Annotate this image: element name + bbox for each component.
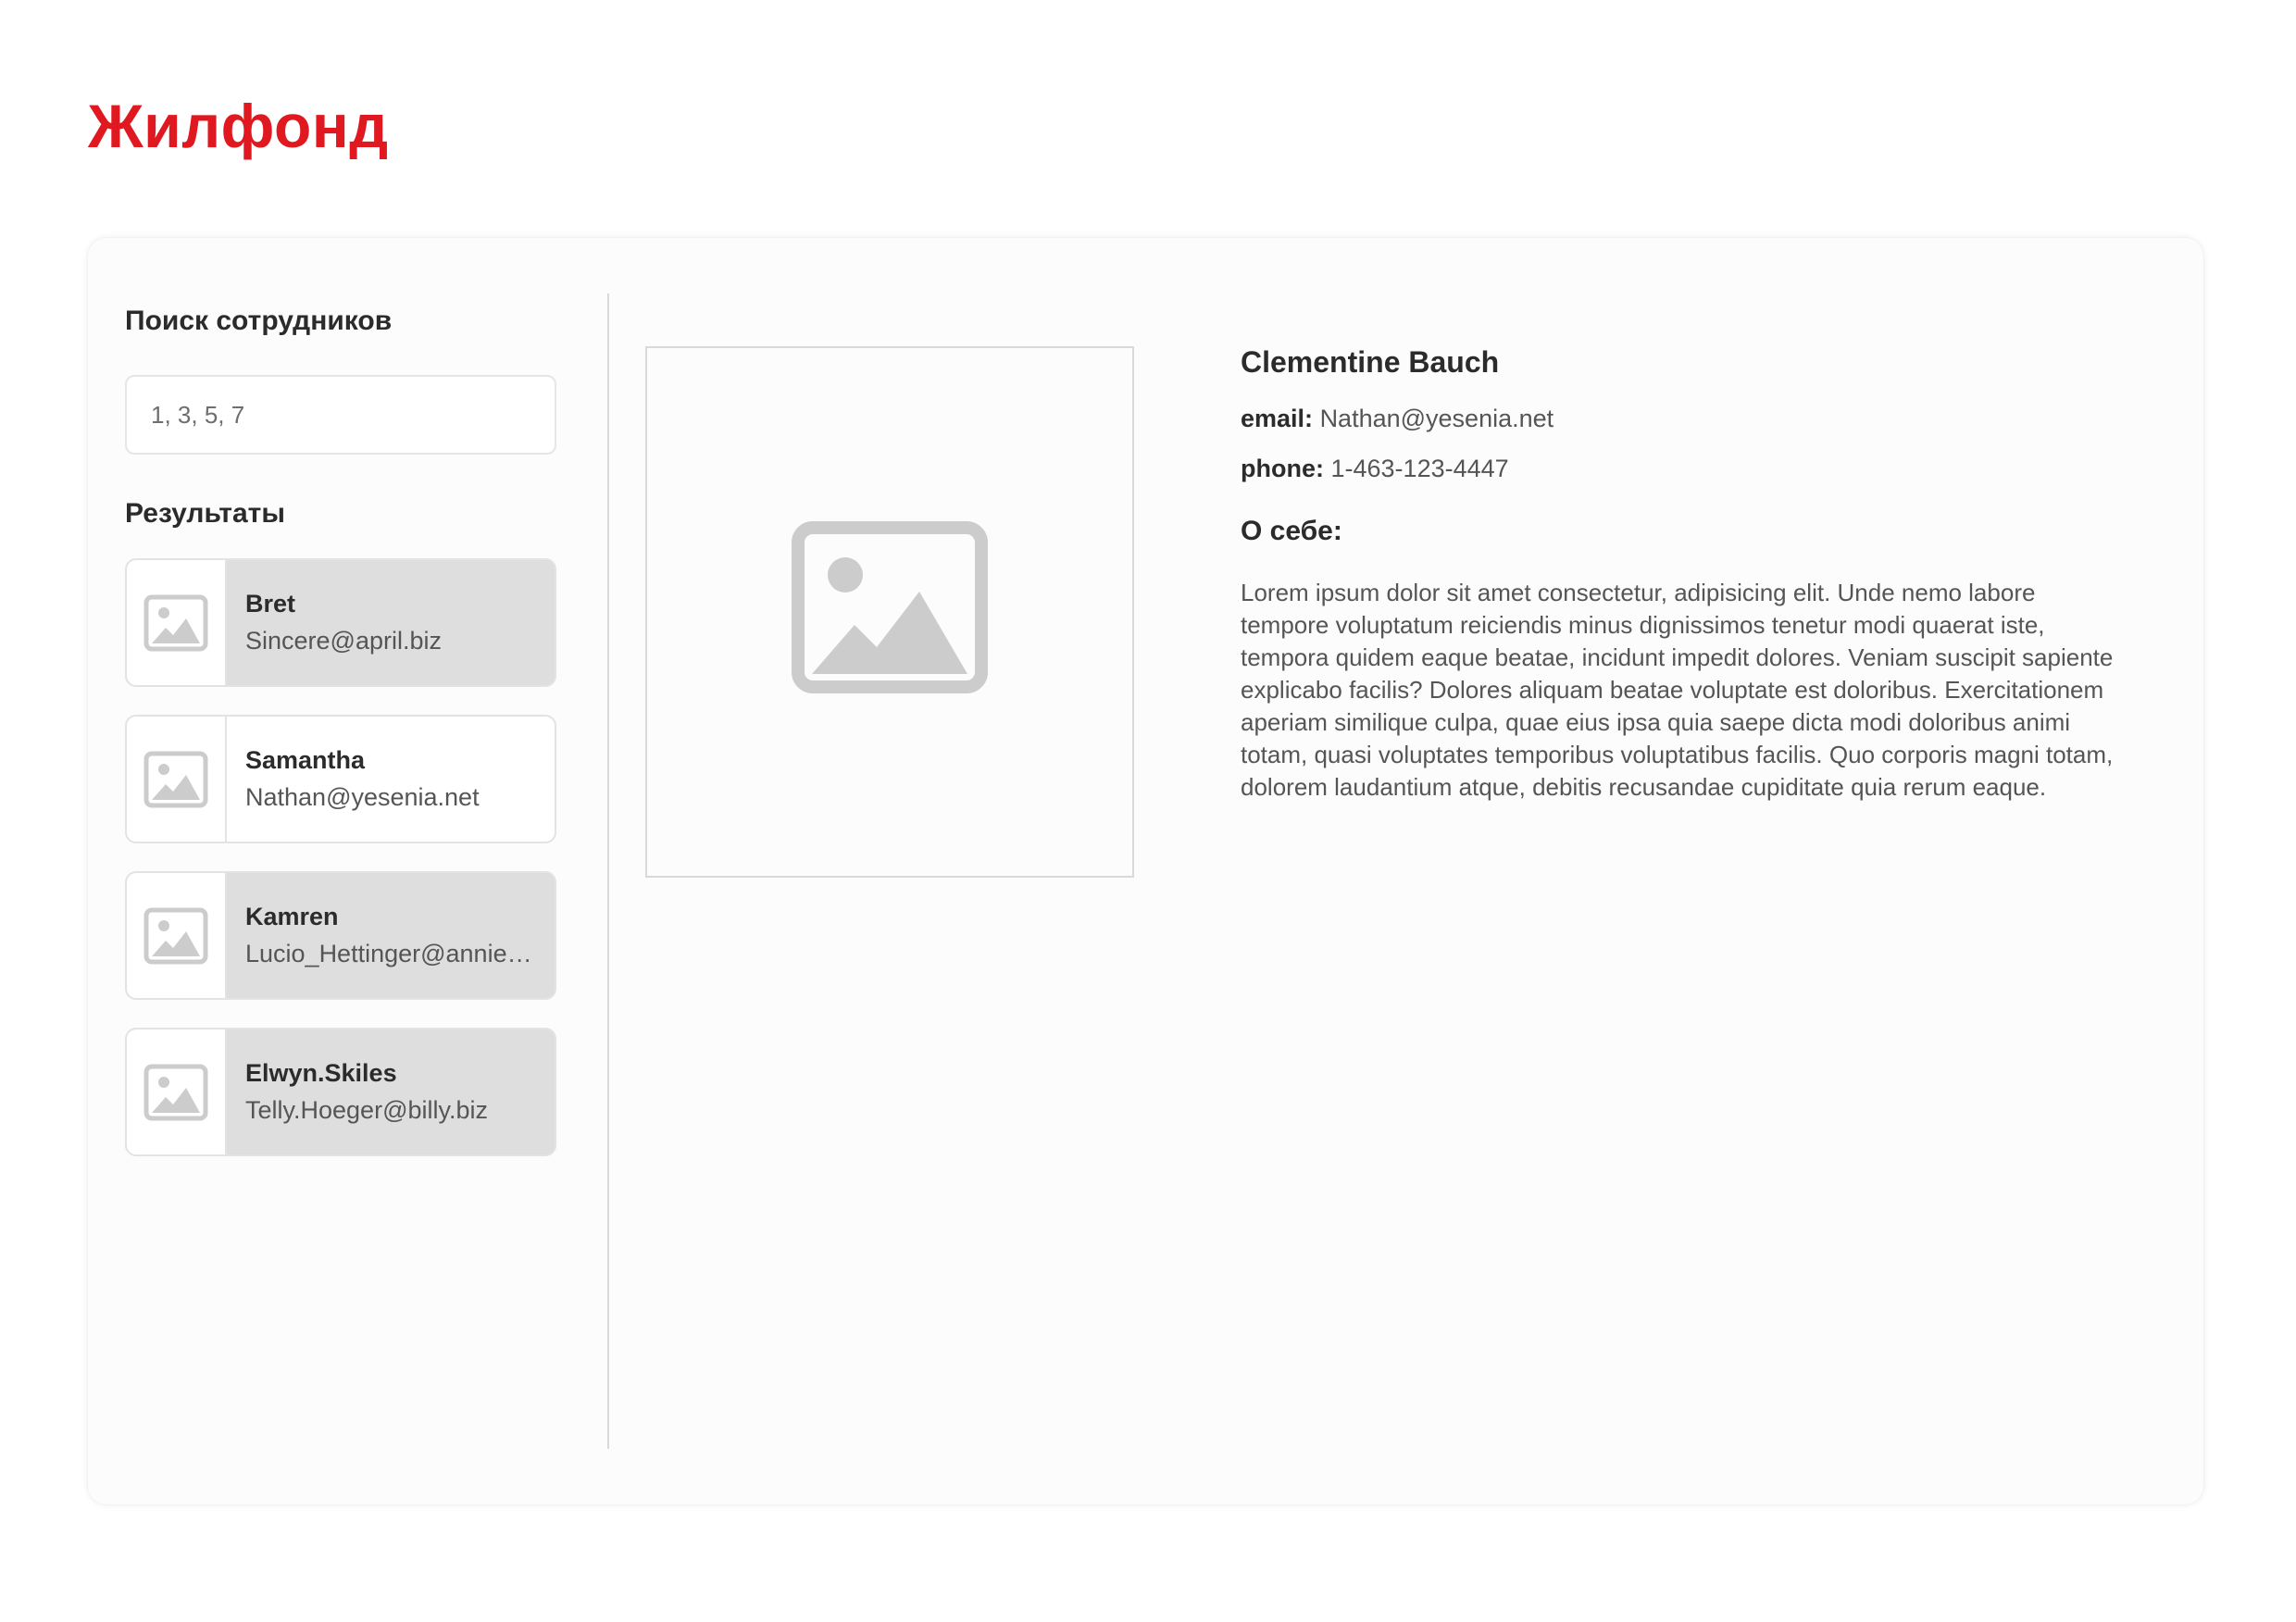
main-card: Поиск сотрудников Результаты Bret Sincer… <box>88 238 2203 1504</box>
about-text: Lorem ipsum dolor sit amet consectetur, … <box>1241 579 2114 801</box>
email-label: email: <box>1241 405 1314 432</box>
result-item-name: Kamren <box>245 903 339 930</box>
results-section-title: Результаты <box>125 498 285 529</box>
profile-details: Clementine Bauch email: Nathan@yesenia.n… <box>1241 342 2129 804</box>
result-item-name: Bret <box>245 590 296 618</box>
result-item-name: Elwyn.Skiles <box>245 1059 397 1087</box>
result-item-bret[interactable]: Bret Sincere@april.biz <box>125 558 556 687</box>
profile-email: Nathan@yesenia.net <box>1319 405 1554 432</box>
profile-phone: 1-463-123-4447 <box>1330 455 1509 482</box>
about-title: О себе: <box>1241 516 1342 546</box>
image-placeholder-icon <box>127 717 227 842</box>
result-item-email: Sincere@april.biz <box>245 627 442 655</box>
result-item-text: Bret Sincere@april.biz <box>227 560 555 685</box>
search-section-title: Поиск сотрудников <box>125 306 393 336</box>
image-placeholder-icon <box>127 560 227 685</box>
image-placeholder-icon <box>127 873 227 998</box>
image-placeholder-icon <box>792 521 988 693</box>
result-item-email: Lucio_Hettinger@annie.ca <box>245 940 538 967</box>
sidebar-divider <box>607 293 609 1449</box>
result-item-name: Samantha <box>245 746 366 774</box>
profile-email-row: email: Nathan@yesenia.net <box>1241 401 2129 436</box>
profile-phone-row: phone: 1-463-123-4447 <box>1241 451 2129 486</box>
search-input[interactable] <box>125 375 556 455</box>
result-item-email: Nathan@yesenia.net <box>245 783 480 811</box>
result-item-kamren[interactable]: Kamren Lucio_Hettinger@annie.ca <box>125 871 556 1000</box>
result-item-samantha[interactable]: Samantha Nathan@yesenia.net <box>125 715 556 843</box>
profile-name: Clementine Bauch <box>1241 345 1500 379</box>
result-item-email: Telly.Hoeger@billy.biz <box>245 1096 488 1124</box>
image-placeholder-icon <box>127 1029 227 1154</box>
result-item-text: Elwyn.Skiles Telly.Hoeger@billy.biz <box>227 1029 555 1154</box>
result-item-text: Kamren Lucio_Hettinger@annie.ca <box>227 873 555 998</box>
result-item-text: Samantha Nathan@yesenia.net <box>227 717 555 842</box>
profile-photo <box>645 346 1134 878</box>
search-sidebar: Поиск сотрудников Результаты Bret Sincer… <box>125 293 556 1184</box>
phone-label: phone: <box>1241 455 1324 482</box>
result-item-elwyn-skiles[interactable]: Elwyn.Skiles Telly.Hoeger@billy.biz <box>125 1028 556 1156</box>
results-list: Bret Sincere@april.biz Samantha Nathan@y… <box>125 558 556 1156</box>
app-logo-title: Жилфонд <box>88 92 389 160</box>
